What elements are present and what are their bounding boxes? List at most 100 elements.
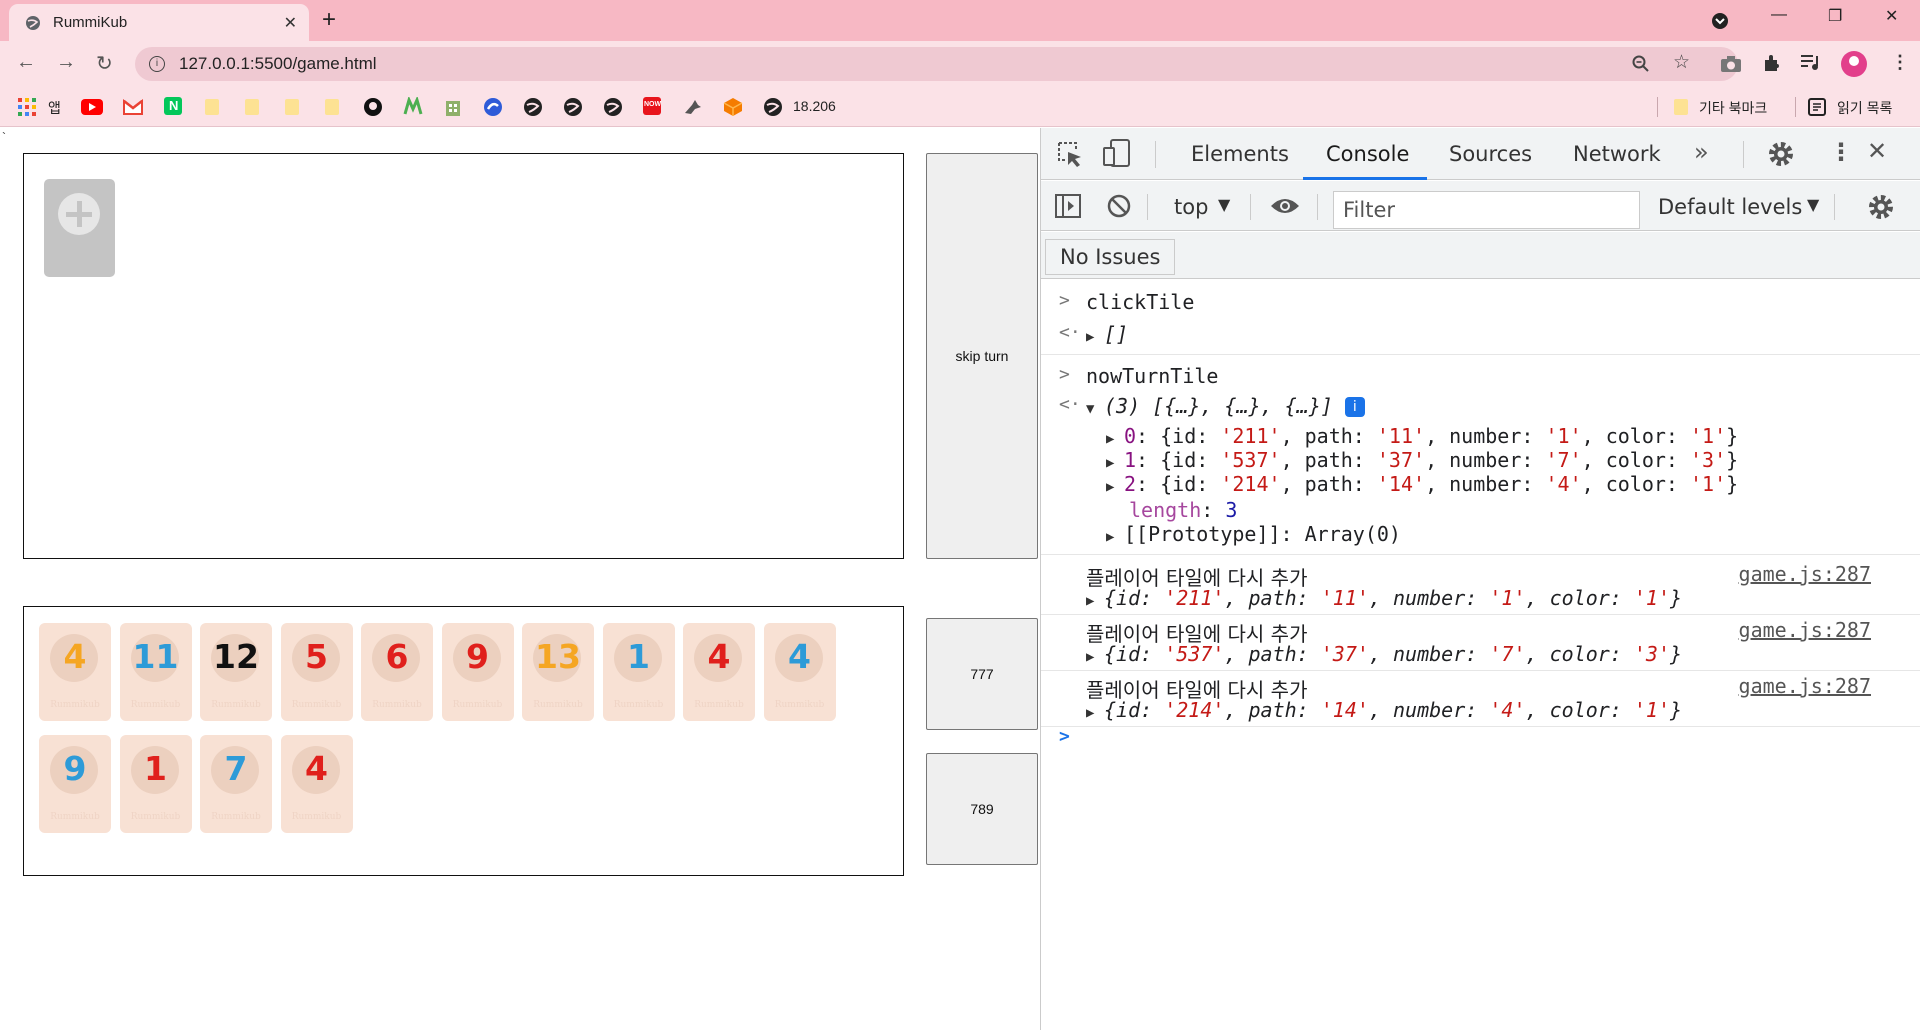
building-icon[interactable] bbox=[443, 97, 463, 117]
expand-triangle-icon[interactable]: ▶ bbox=[1106, 455, 1124, 471]
bookmark-folder-icon-4[interactable] bbox=[323, 98, 341, 116]
hand-tile[interactable]: 9 Rummikub bbox=[441, 623, 514, 721]
new-tab-icon[interactable]: + bbox=[322, 8, 336, 32]
expand-triangle-icon[interactable]: ▶ bbox=[1086, 593, 1104, 609]
expand-triangle-icon[interactable]: ▶ bbox=[1086, 649, 1104, 665]
swirl-icon[interactable] bbox=[483, 97, 503, 117]
button-789[interactable]: 789 bbox=[926, 753, 1038, 865]
apps-label[interactable]: 앱 bbox=[48, 98, 61, 118]
close-window-icon[interactable]: ✕ bbox=[1885, 6, 1898, 26]
tab-elements[interactable]: Elements bbox=[1191, 142, 1289, 166]
expand-triangle-icon[interactable]: ▶ bbox=[1106, 529, 1124, 545]
reading-list-icon[interactable] bbox=[1808, 98, 1826, 116]
address-bar[interactable]: i 127.0.0.1:5500/game.html bbox=[135, 47, 1738, 81]
input-prompt-icon: > bbox=[1059, 364, 1070, 385]
context-selector[interactable]: top bbox=[1174, 195, 1208, 219]
youtube-icon[interactable] bbox=[81, 99, 103, 115]
info-badge-icon[interactable]: i bbox=[1344, 397, 1365, 417]
github-icon[interactable] bbox=[363, 97, 383, 117]
expand-triangle-icon[interactable]: ▶ bbox=[1106, 479, 1124, 495]
m-logo-icon[interactable] bbox=[403, 97, 423, 117]
live-expression-eye-icon[interactable] bbox=[1270, 197, 1300, 215]
hand-tile[interactable]: 1 Rummikub bbox=[602, 623, 675, 721]
naver-icon[interactable]: N bbox=[164, 97, 182, 115]
game-board[interactable] bbox=[23, 153, 904, 559]
close-devtools-icon[interactable]: ✕ bbox=[1867, 137, 1887, 165]
reload-icon[interactable]: ↻ bbox=[96, 51, 113, 76]
settings-gear-icon[interactable] bbox=[1767, 140, 1795, 168]
devtools-menu-icon[interactable]: ⋮ bbox=[1829, 138, 1853, 166]
tab-search-icon[interactable] bbox=[1711, 12, 1729, 30]
skip-turn-button[interactable]: skip turn bbox=[926, 153, 1038, 559]
console-settings-gear-icon[interactable] bbox=[1867, 193, 1895, 221]
hand-tile[interactable]: 4 Rummikub bbox=[683, 623, 755, 721]
hand-tile[interactable]: 1 Rummikub bbox=[119, 735, 192, 833]
globe-icon-1[interactable] bbox=[523, 97, 543, 117]
tile-brand: Rummikub bbox=[291, 700, 342, 710]
bookmark-folder-icon-2[interactable] bbox=[243, 98, 261, 116]
clear-console-icon[interactable] bbox=[1106, 193, 1132, 219]
inspect-element-icon[interactable] bbox=[1056, 140, 1084, 168]
hand-tile[interactable]: 13 Rummikub bbox=[522, 623, 594, 721]
site-info-icon[interactable]: i bbox=[149, 56, 165, 72]
forward-icon[interactable]: → bbox=[56, 51, 76, 74]
news-icon[interactable]: NOW bbox=[643, 97, 661, 115]
hand-tile[interactable]: 7 Rummikub bbox=[200, 735, 272, 833]
add-group-button[interactable] bbox=[44, 179, 115, 277]
profile-avatar[interactable] bbox=[1841, 51, 1867, 77]
gmail-icon[interactable] bbox=[123, 99, 143, 115]
tab-console[interactable]: Console bbox=[1326, 142, 1409, 166]
back-icon[interactable]: ← bbox=[16, 51, 36, 74]
log-source-link[interactable]: game.js:287 bbox=[1739, 618, 1871, 642]
box-icon[interactable] bbox=[723, 97, 743, 117]
extensions-icon[interactable] bbox=[1762, 53, 1782, 73]
issues-button[interactable]: No Issues bbox=[1045, 239, 1176, 275]
tab-network[interactable]: Network bbox=[1573, 142, 1661, 166]
log-source-link[interactable]: game.js:287 bbox=[1739, 674, 1871, 698]
bookmark-folder-icon-1[interactable] bbox=[203, 98, 221, 116]
ip-bookmark-label[interactable]: 18.206 bbox=[793, 98, 836, 114]
camera-icon[interactable] bbox=[1720, 54, 1742, 74]
apps-grid-icon[interactable] bbox=[18, 98, 36, 116]
browser-tab[interactable]: RummiKub ✕ bbox=[9, 4, 309, 41]
bookmark-folder-icon-3[interactable] bbox=[283, 98, 301, 116]
console-filter-input[interactable]: Filter bbox=[1333, 191, 1640, 229]
reading-list-label[interactable]: 읽기 목록 bbox=[1837, 98, 1892, 118]
globe-icon-4[interactable] bbox=[763, 97, 783, 117]
hand-tile[interactable]: 11 Rummikub bbox=[119, 623, 192, 721]
hand-tile[interactable]: 4 Rummikub bbox=[280, 735, 353, 833]
log-source-link[interactable]: game.js:287 bbox=[1739, 562, 1871, 586]
media-control-icon[interactable] bbox=[1800, 54, 1822, 72]
expand-triangle-icon[interactable]: ▶ bbox=[1106, 431, 1124, 447]
hand-tile[interactable]: 4 Rummikub bbox=[39, 623, 111, 721]
button-777[interactable]: 777 bbox=[926, 618, 1038, 730]
hand-tile[interactable]: 9 Rummikub bbox=[39, 735, 111, 833]
globe-icon-3[interactable] bbox=[603, 97, 623, 117]
minimize-icon[interactable]: — bbox=[1771, 6, 1787, 24]
restore-icon[interactable]: ❐ bbox=[1828, 6, 1842, 26]
hand-tile[interactable]: 12 Rummikub bbox=[200, 623, 272, 721]
hand-tile[interactable]: 5 Rummikub bbox=[280, 623, 353, 721]
hand-tile[interactable]: 6 Rummikub bbox=[361, 623, 433, 721]
collapse-triangle-icon[interactable]: ▼ bbox=[1086, 401, 1104, 417]
browser-menu-icon[interactable]: ⋮ bbox=[1891, 52, 1909, 73]
expand-triangle-icon[interactable]: ▶ bbox=[1086, 705, 1104, 721]
sidebar-toggle-icon[interactable] bbox=[1055, 194, 1081, 218]
other-bookmarks-folder-icon[interactable] bbox=[1672, 98, 1690, 116]
context-dropdown-icon[interactable]: ▼ bbox=[1218, 195, 1230, 214]
bird-icon[interactable] bbox=[683, 97, 703, 117]
levels-dropdown-icon[interactable]: ▼ bbox=[1807, 195, 1819, 214]
hand-tile[interactable]: 4 Rummikub bbox=[763, 623, 836, 721]
tab-sources[interactable]: Sources bbox=[1449, 142, 1532, 166]
globe-icon-2[interactable] bbox=[563, 97, 583, 117]
bookmark-star-icon[interactable]: ☆ bbox=[1673, 51, 1690, 74]
other-bookmarks-label[interactable]: 기타 북마크 bbox=[1699, 98, 1767, 118]
log-levels-dropdown[interactable]: Default levels bbox=[1658, 195, 1802, 219]
length-key: length bbox=[1129, 498, 1202, 522]
expand-triangle-icon[interactable]: ▶ bbox=[1086, 329, 1104, 345]
zoom-icon[interactable] bbox=[1632, 55, 1650, 73]
device-toolbar-icon[interactable] bbox=[1102, 138, 1132, 168]
log-number: '1' bbox=[1489, 586, 1526, 610]
close-tab-icon[interactable]: ✕ bbox=[284, 13, 297, 33]
more-tabs-icon[interactable]: » bbox=[1694, 138, 1709, 166]
